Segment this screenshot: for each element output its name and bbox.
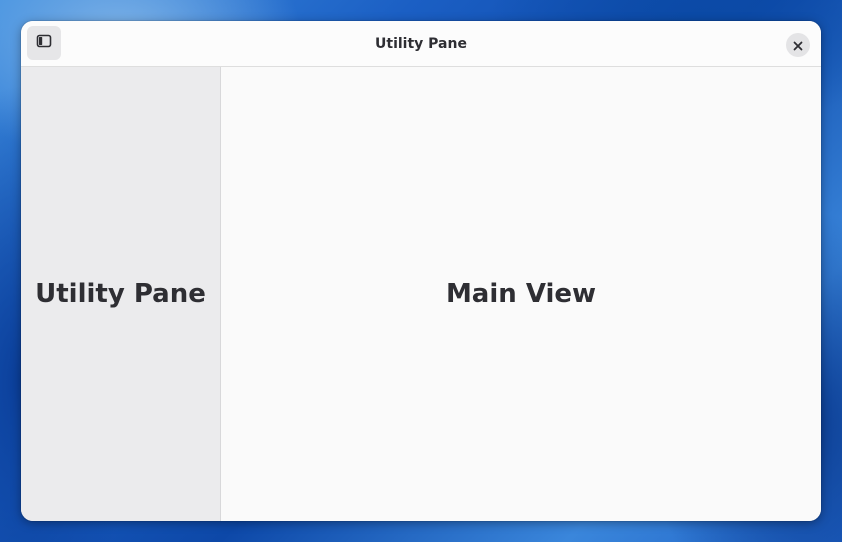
- app-window: Utility Pane Utility Pane Main View: [21, 21, 821, 521]
- utility-pane: Utility Pane: [21, 67, 221, 521]
- main-view-label: Main View: [445, 279, 597, 309]
- close-button[interactable]: [786, 33, 810, 57]
- main-view: Main View: [221, 67, 821, 521]
- close-icon: [793, 36, 803, 55]
- header-bar: Utility Pane: [21, 21, 821, 67]
- utility-pane-label: Utility Pane: [35, 279, 206, 309]
- window-title: Utility Pane: [375, 36, 467, 52]
